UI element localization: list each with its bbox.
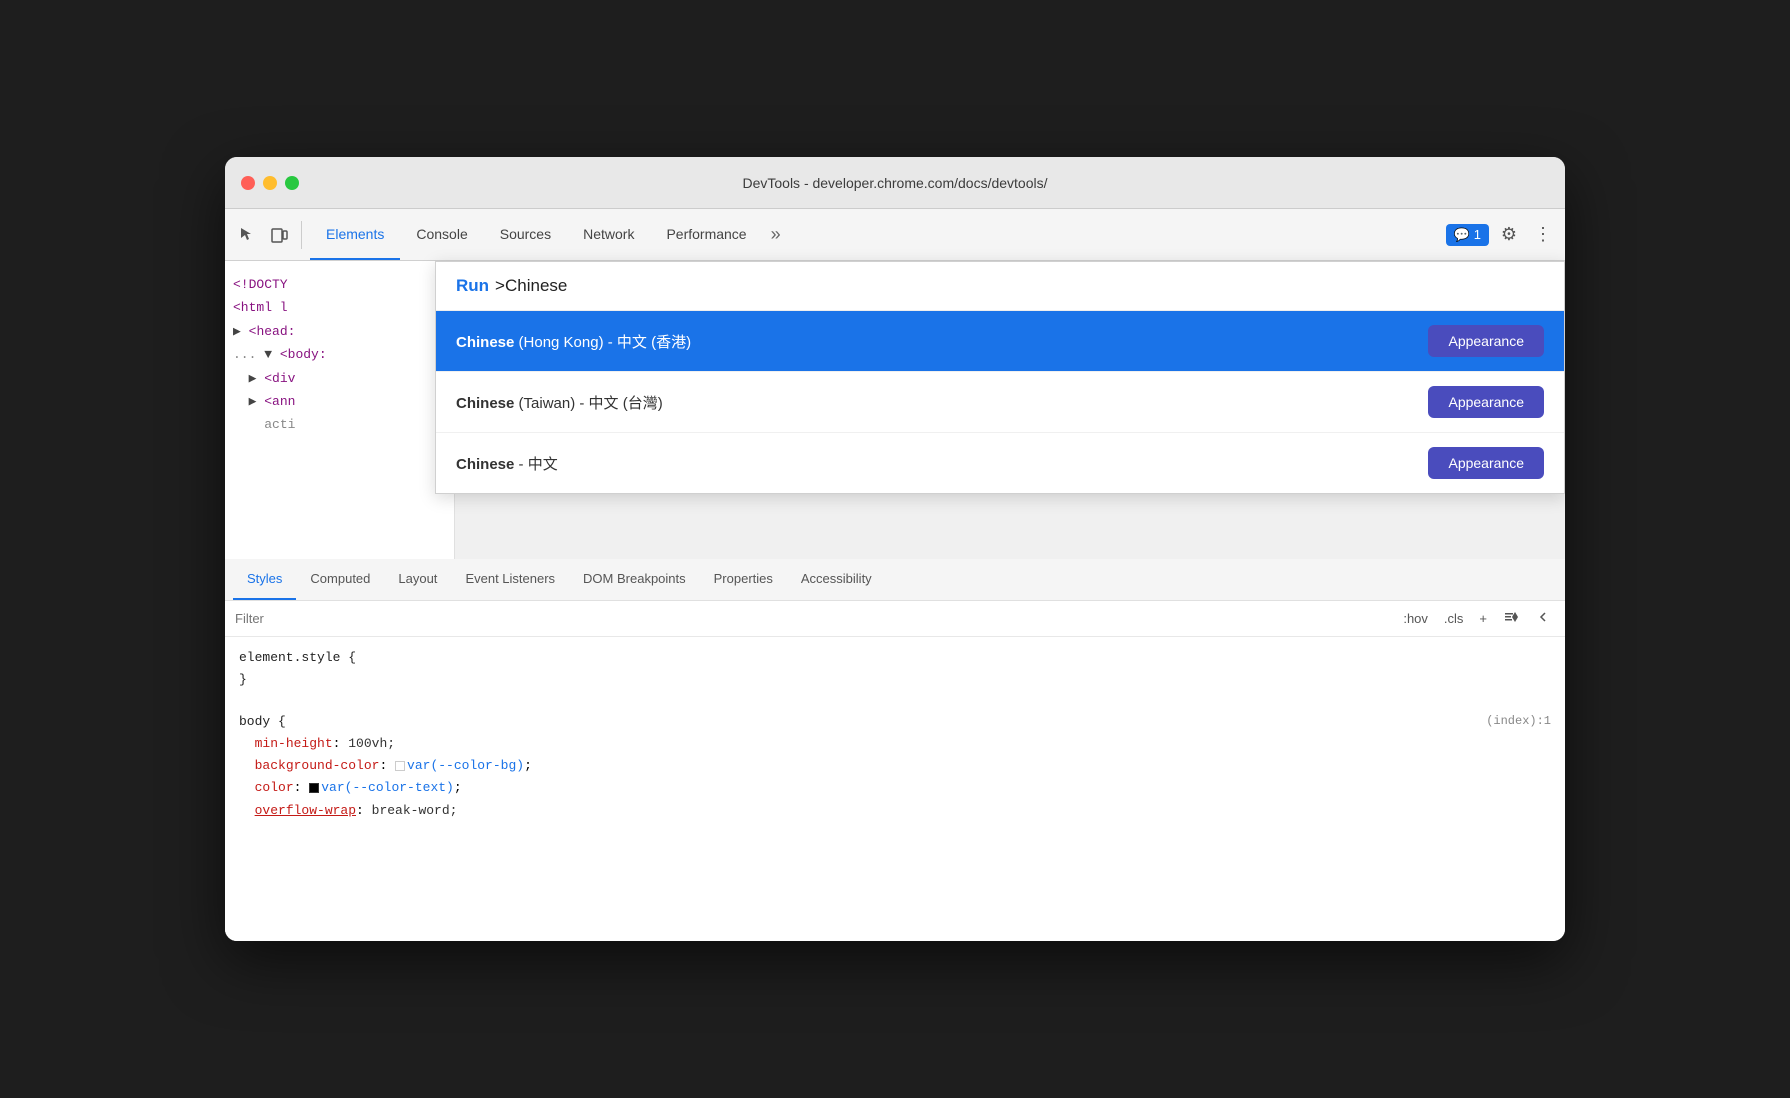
dom-line[interactable]: ▶ <ann bbox=[233, 390, 446, 413]
toolbar-right: 💬 1 ⚙ ⋮ bbox=[1446, 221, 1557, 249]
tab-network[interactable]: Network bbox=[567, 209, 650, 260]
dom-line: acti bbox=[233, 413, 446, 436]
minimize-button[interactable] bbox=[263, 176, 277, 190]
message-icon: 💬 bbox=[1454, 227, 1470, 243]
tab-sources[interactable]: Sources bbox=[484, 209, 567, 260]
inspect-icon[interactable] bbox=[233, 221, 261, 249]
css-selector-body: body { bbox=[239, 714, 286, 729]
appearance-button-3[interactable]: Appearance bbox=[1428, 447, 1544, 479]
tab-performance[interactable]: Performance bbox=[650, 209, 762, 260]
tab-dom-breakpoints[interactable]: DOM Breakpoints bbox=[569, 559, 700, 600]
tab-accessibility[interactable]: Accessibility bbox=[787, 559, 886, 600]
result-text-3: Chinese - 中文 bbox=[456, 453, 1428, 474]
appearance-button-1[interactable]: Appearance bbox=[1428, 325, 1544, 357]
appearance-button-2[interactable]: Appearance bbox=[1428, 386, 1544, 418]
color-swatch-text bbox=[309, 783, 319, 793]
query-text: >Chinese bbox=[495, 276, 567, 296]
tab-console[interactable]: Console bbox=[400, 209, 483, 260]
more-tabs-button[interactable]: » bbox=[763, 224, 789, 245]
dom-line[interactable]: ▶ <div bbox=[233, 367, 446, 390]
dom-line[interactable]: ▶ <head: bbox=[233, 320, 446, 343]
window-title: DevTools - developer.chrome.com/docs/dev… bbox=[241, 175, 1549, 191]
filter-input[interactable] bbox=[235, 611, 1389, 626]
notification-badge[interactable]: 💬 1 bbox=[1446, 224, 1489, 246]
result-text-2: Chinese (Taiwan) - 中文 (台灣) bbox=[456, 392, 1428, 413]
tab-event-listeners[interactable]: Event Listeners bbox=[451, 559, 569, 600]
menu-button[interactable]: ⋮ bbox=[1529, 221, 1557, 249]
element-style-block: element.style { } bbox=[225, 637, 1565, 701]
devtools-toolbar: Elements Console Sources Network Perform… bbox=[225, 209, 1565, 261]
maximize-button[interactable] bbox=[285, 176, 299, 190]
styles-filter-bar: :hov .cls + bbox=[225, 601, 1565, 637]
autocomplete-result-1[interactable]: Chinese (Hong Kong) - 中文 (香港) Appearance bbox=[436, 311, 1564, 372]
arrow-icon-btn[interactable] bbox=[1531, 607, 1555, 630]
tab-computed[interactable]: Computed bbox=[296, 559, 384, 600]
main-tabs: Elements Console Sources Network Perform… bbox=[310, 209, 1446, 260]
tab-properties[interactable]: Properties bbox=[700, 559, 787, 600]
title-bar: DevTools - developer.chrome.com/docs/dev… bbox=[225, 157, 1565, 209]
body-style-block: body { (index):1 min-height: 100vh; back… bbox=[225, 701, 1565, 831]
filter-actions: :hov .cls + bbox=[1399, 607, 1555, 630]
result-text-1: Chinese (Hong Kong) - 中文 (香港) bbox=[456, 331, 1428, 352]
style-icon-btn[interactable] bbox=[1499, 607, 1523, 630]
devtools-main: <!DOCTY <html l ▶ <head: ... ▼ <body: ▶ … bbox=[225, 261, 1565, 941]
autocomplete-dropdown: Run >Chinese Chinese (Hong Kong) - 中文 (香… bbox=[435, 261, 1565, 494]
close-button[interactable] bbox=[241, 176, 255, 190]
autocomplete-result-3[interactable]: Chinese - 中文 Appearance bbox=[436, 433, 1564, 493]
styles-area: :hov .cls + bbox=[225, 601, 1565, 941]
dom-line: <!DOCTY bbox=[233, 273, 446, 296]
device-toggle-icon[interactable] bbox=[265, 221, 293, 249]
settings-button[interactable]: ⚙ bbox=[1495, 221, 1523, 249]
hov-button[interactable]: :hov bbox=[1399, 609, 1432, 628]
autocomplete-result-2[interactable]: Chinese (Taiwan) - 中文 (台灣) Appearance bbox=[436, 372, 1564, 433]
css-selector-element: element.style { bbox=[239, 650, 356, 665]
cls-button[interactable]: .cls bbox=[1440, 609, 1468, 628]
dom-line[interactable]: ... ▼ <body: bbox=[233, 343, 446, 366]
color-swatch-bg bbox=[395, 761, 405, 771]
add-style-button[interactable]: + bbox=[1475, 609, 1491, 628]
traffic-lights bbox=[241, 176, 299, 190]
tab-elements[interactable]: Elements bbox=[310, 209, 400, 260]
toolbar-icons bbox=[233, 221, 302, 249]
dom-line: <html l bbox=[233, 296, 446, 319]
run-label: Run bbox=[456, 276, 489, 296]
autocomplete-search-bar: Run >Chinese bbox=[436, 262, 1564, 311]
tab-layout[interactable]: Layout bbox=[384, 559, 451, 600]
devtools-window: DevTools - developer.chrome.com/docs/dev… bbox=[225, 157, 1565, 941]
css-file-index: (index):1 bbox=[1486, 711, 1551, 731]
styles-tabs-bar: Styles Computed Layout Event Listeners D… bbox=[225, 559, 1565, 601]
tab-styles[interactable]: Styles bbox=[233, 559, 296, 600]
